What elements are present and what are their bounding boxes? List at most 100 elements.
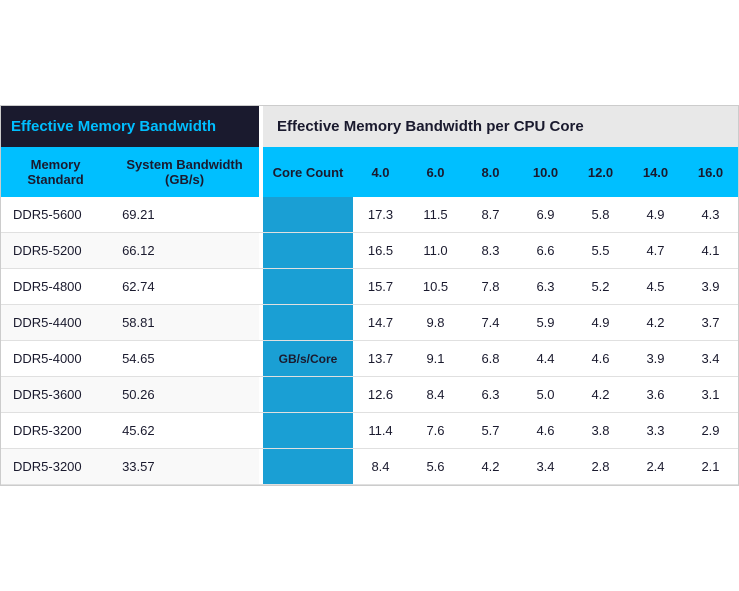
system-bandwidth-cell: 62.74 (110, 269, 259, 305)
core-12-cell: 2.8 (573, 449, 628, 485)
core-count-header: Core Count (263, 147, 353, 197)
core-4-cell: 11.4 (353, 413, 408, 449)
core-4-cell: 13.7 (353, 341, 408, 377)
core-4-cell: 12.6 (353, 377, 408, 413)
core-14-cell: 4.9 (628, 197, 683, 233)
memory-standard-cell: DDR5-5200 (1, 233, 110, 269)
core-8-cell: 7.4 (463, 305, 518, 341)
core-14-cell: 3.3 (628, 413, 683, 449)
core-count-cell: GB/s/Core (263, 341, 353, 377)
table-row: DDR5-320045.62 11.47.65.74.63.83.32.9 (1, 413, 738, 449)
core-12-cell: 4.9 (573, 305, 628, 341)
core-8-cell: 6.3 (463, 377, 518, 413)
core-count-cell (263, 413, 353, 449)
core-10-cell: 6.3 (518, 269, 573, 305)
core-8-cell: 5.7 (463, 413, 518, 449)
core-10-cell: 6.9 (518, 197, 573, 233)
col-16-header: 16.0 (683, 147, 738, 197)
core-12-cell: 4.2 (573, 377, 628, 413)
system-bandwidth-cell: 69.21 (110, 197, 259, 233)
col-10-header: 10.0 (518, 147, 573, 197)
memory-standard-cell: DDR5-3600 (1, 377, 110, 413)
core-12-cell: 4.6 (573, 341, 628, 377)
table-row: DDR5-520066.12 16.511.08.36.65.54.74.1 (1, 233, 738, 269)
core-10-cell: 3.4 (518, 449, 573, 485)
core-16-cell: 3.4 (683, 341, 738, 377)
core-6-cell: 11.0 (408, 233, 463, 269)
core-4-cell: 8.4 (353, 449, 408, 485)
core-12-cell: 5.5 (573, 233, 628, 269)
core-16-cell: 2.1 (683, 449, 738, 485)
core-6-cell: 8.4 (408, 377, 463, 413)
core-10-cell: 5.9 (518, 305, 573, 341)
memory-standard-cell: DDR5-5600 (1, 197, 110, 233)
core-12-cell: 5.2 (573, 269, 628, 305)
core-14-cell: 3.9 (628, 341, 683, 377)
core-8-cell: 7.8 (463, 269, 518, 305)
core-count-cell (263, 233, 353, 269)
memory-standard-cell: DDR5-4400 (1, 305, 110, 341)
core-count-cell (263, 377, 353, 413)
core-14-cell: 3.6 (628, 377, 683, 413)
core-16-cell: 4.1 (683, 233, 738, 269)
core-10-cell: 6.6 (518, 233, 573, 269)
core-6-cell: 10.5 (408, 269, 463, 305)
core-10-cell: 4.6 (518, 413, 573, 449)
main-container: Effective Memory Bandwidth Effective Mem… (0, 105, 739, 486)
core-count-cell (263, 197, 353, 233)
core-12-cell: 3.8 (573, 413, 628, 449)
core-8-cell: 6.8 (463, 341, 518, 377)
table-row: DDR5-320033.57 8.45.64.23.42.82.42.1 (1, 449, 738, 485)
core-16-cell: 3.9 (683, 269, 738, 305)
core-16-cell: 3.7 (683, 305, 738, 341)
core-10-cell: 4.4 (518, 341, 573, 377)
core-count-cell (263, 305, 353, 341)
system-bandwidth-cell: 45.62 (110, 413, 259, 449)
col-6-header: 6.0 (408, 147, 463, 197)
system-bandwidth-header: System Bandwidth (GB/s) (110, 147, 259, 197)
core-8-cell: 4.2 (463, 449, 518, 485)
system-bandwidth-cell: 33.57 (110, 449, 259, 485)
core-6-cell: 9.1 (408, 341, 463, 377)
system-bandwidth-cell: 54.65 (110, 341, 259, 377)
core-count-cell (263, 269, 353, 305)
memory-standard-cell: DDR5-3200 (1, 449, 110, 485)
core-6-cell: 11.5 (408, 197, 463, 233)
core-16-cell: 3.1 (683, 377, 738, 413)
core-16-cell: 4.3 (683, 197, 738, 233)
col-14-header: 14.0 (628, 147, 683, 197)
core-4-cell: 16.5 (353, 233, 408, 269)
table-row: DDR5-440058.81 14.79.87.45.94.94.23.7 (1, 305, 738, 341)
core-8-cell: 8.3 (463, 233, 518, 269)
core-16-cell: 2.9 (683, 413, 738, 449)
system-bandwidth-cell: 66.12 (110, 233, 259, 269)
core-10-cell: 5.0 (518, 377, 573, 413)
table-row: DDR5-360050.26 12.68.46.35.04.23.63.1 (1, 377, 738, 413)
memory-standard-header: Memory Standard (1, 147, 110, 197)
memory-standard-cell: DDR5-4800 (1, 269, 110, 305)
core-6-cell: 7.6 (408, 413, 463, 449)
core-14-cell: 4.5 (628, 269, 683, 305)
core-14-cell: 4.7 (628, 233, 683, 269)
core-4-cell: 15.7 (353, 269, 408, 305)
table-row: DDR5-400054.65GB/s/Core13.79.16.84.44.63… (1, 341, 738, 377)
core-count-cell (263, 449, 353, 485)
col-4-header: 4.0 (353, 147, 408, 197)
col-12-header: 12.0 (573, 147, 628, 197)
system-bandwidth-cell: 50.26 (110, 377, 259, 413)
core-4-cell: 17.3 (353, 197, 408, 233)
core-6-cell: 9.8 (408, 305, 463, 341)
core-14-cell: 4.2 (628, 305, 683, 341)
core-6-cell: 5.6 (408, 449, 463, 485)
core-8-cell: 8.7 (463, 197, 518, 233)
core-12-cell: 5.8 (573, 197, 628, 233)
core-14-cell: 2.4 (628, 449, 683, 485)
table-row: DDR5-560069.21 17.311.58.76.95.84.94.3 (1, 197, 738, 233)
col-8-header: 8.0 (463, 147, 518, 197)
effective-memory-bandwidth-header: Effective Memory Bandwidth (1, 106, 259, 147)
memory-standard-cell: DDR5-3200 (1, 413, 110, 449)
core-4-cell: 14.7 (353, 305, 408, 341)
system-bandwidth-cell: 58.81 (110, 305, 259, 341)
memory-standard-cell: DDR5-4000 (1, 341, 110, 377)
table-row: DDR5-480062.74 15.710.57.86.35.24.53.9 (1, 269, 738, 305)
